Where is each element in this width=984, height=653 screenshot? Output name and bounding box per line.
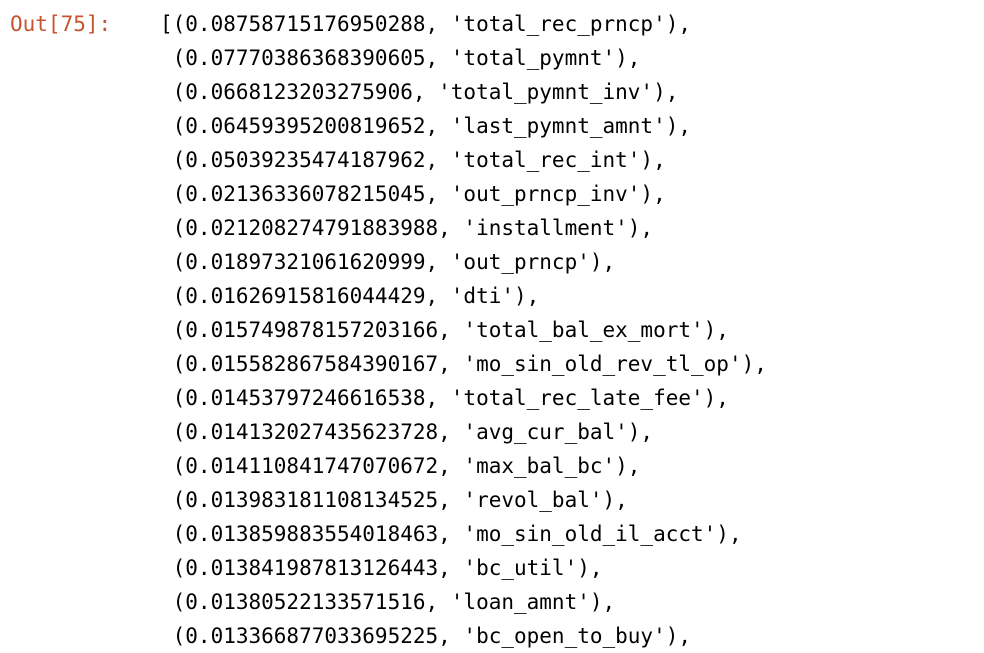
output-line: (0.01897321061620999, 'out_prncp'), <box>160 250 616 274</box>
output-line: (0.06459395200819652, 'last_pymnt_amnt')… <box>160 114 692 138</box>
output-line: (0.05039235474187962, 'total_rec_int'), <box>160 148 666 172</box>
notebook-output-cell: Out[75]: [(0.08758715176950288, 'total_r… <box>0 0 984 650</box>
output-line: (0.0668123203275906, 'total_pymnt_inv'), <box>160 80 679 104</box>
output-line: (0.015582867584390167, 'mo_sin_old_rev_t… <box>160 352 767 376</box>
output-line: (0.013983181108134525, 'revol_bal'), <box>160 488 628 512</box>
output-line: (0.02136336078215045, 'out_prncp_inv'), <box>160 182 666 206</box>
output-line: (0.07770386368390605, 'total_pymnt'), <box>160 46 641 70</box>
output-line: (0.01380522133571516, 'loan_amnt'), <box>160 590 616 614</box>
output-line: (0.021208274791883988, 'installment'), <box>160 216 654 240</box>
output-line: (0.01626915816044429, 'dti'), <box>160 284 540 308</box>
output-prompt: Out[75]: <box>10 12 112 36</box>
output-line: (0.014132027435623728, 'avg_cur_bal'), <box>160 420 654 444</box>
output-text[interactable]: [(0.08758715176950288, 'total_rec_prncp'… <box>160 7 767 653</box>
output-line: (0.015749878157203166, 'total_bal_ex_mor… <box>160 318 729 342</box>
output-line: (0.013841987813126443, 'bc_util'), <box>160 556 603 580</box>
output-line: (0.013366877033695225, 'bc_open_to_buy')… <box>160 624 692 648</box>
output-line: [(0.08758715176950288, 'total_rec_prncp'… <box>160 12 692 36</box>
output-line: (0.014110841747070672, 'max_bal_bc'), <box>160 454 641 478</box>
output-line: (0.013859883554018463, 'mo_sin_old_il_ac… <box>160 522 742 546</box>
output-line: (0.01453797246616538, 'total_rec_late_fe… <box>160 386 729 410</box>
